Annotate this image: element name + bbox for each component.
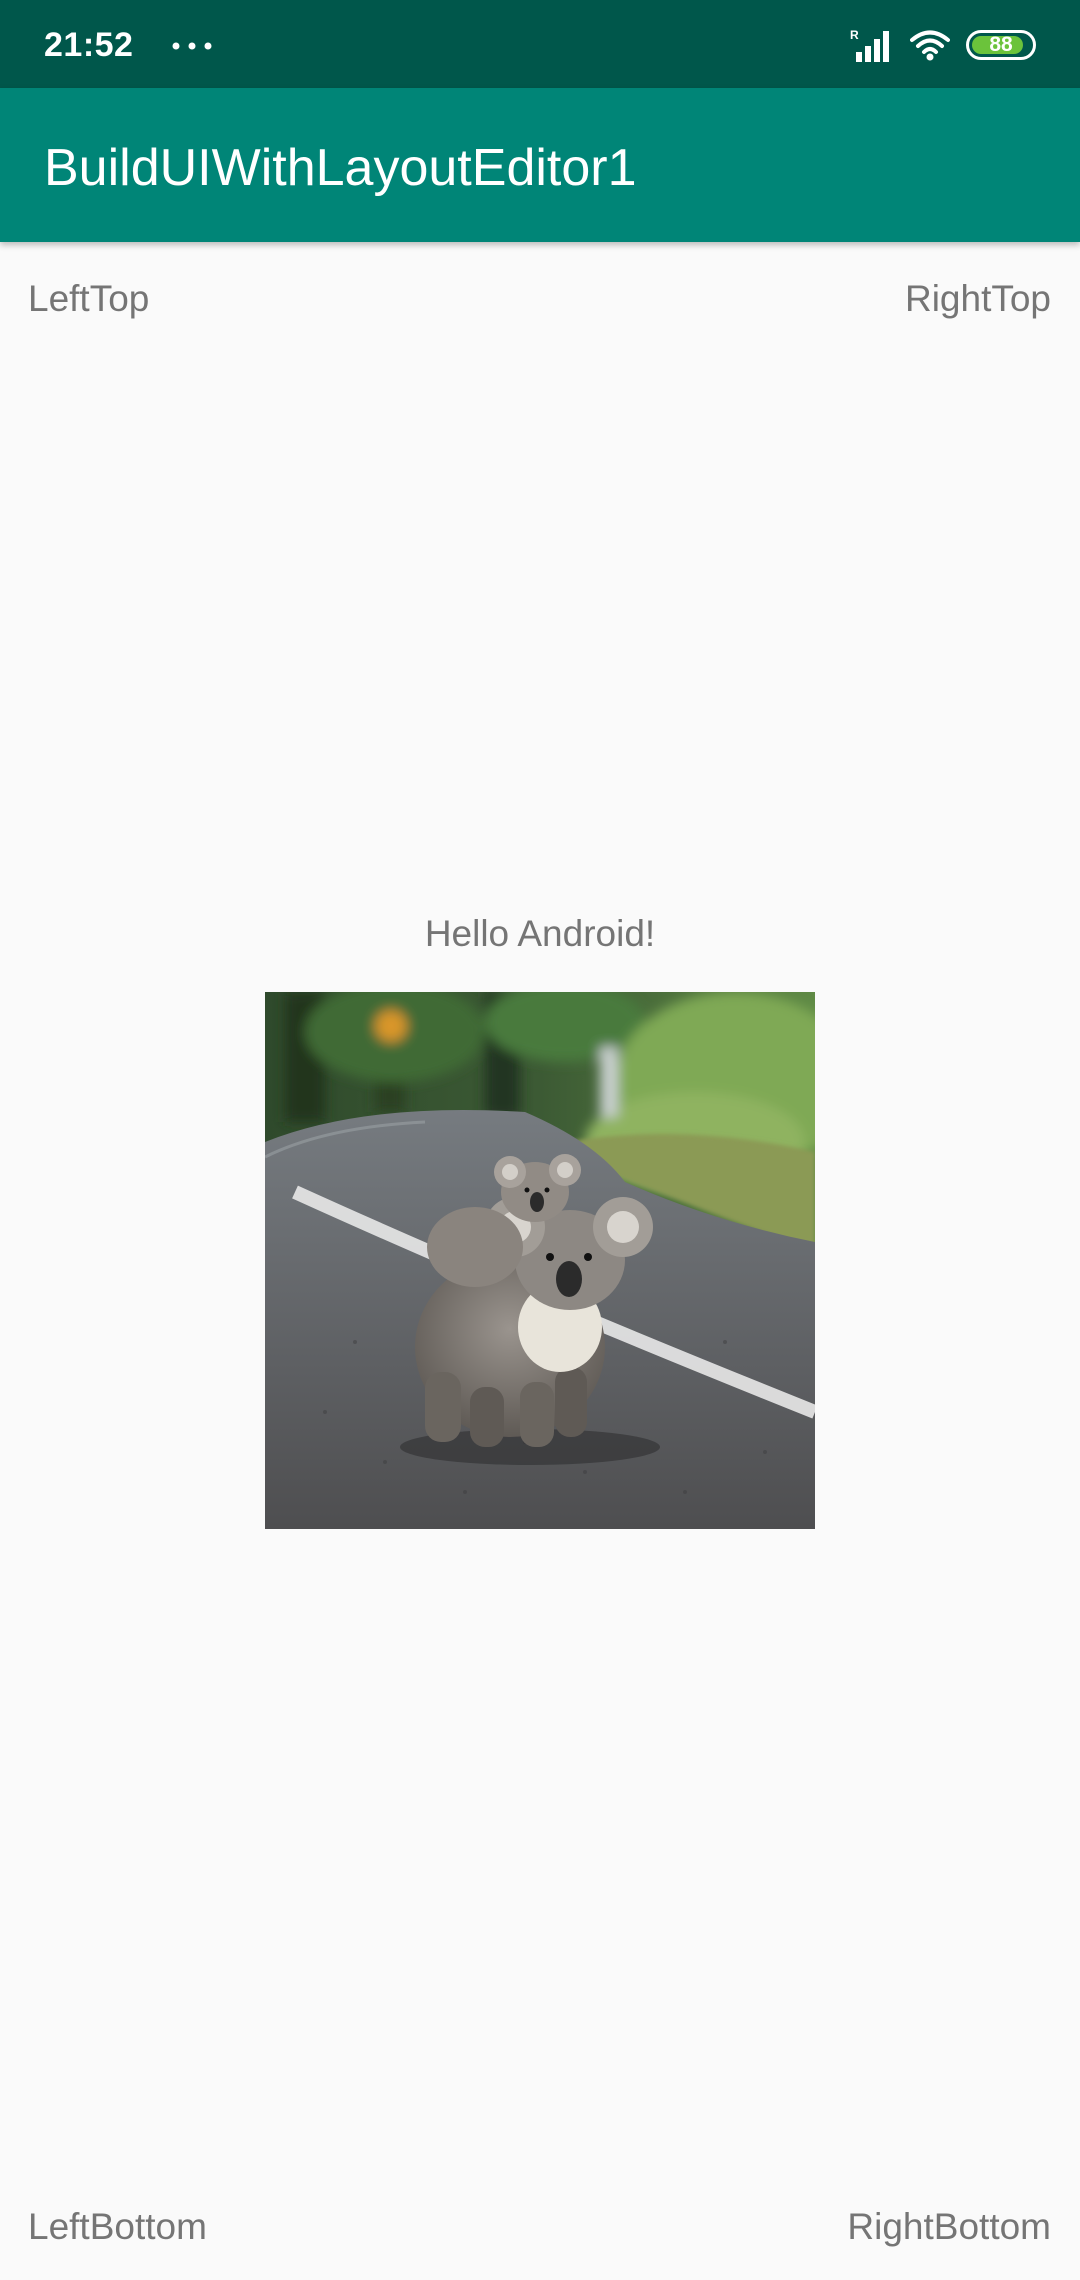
signal-roaming-icon: R (850, 28, 889, 62)
app-bar: BuildUIWithLayoutEditor1 (0, 88, 1080, 242)
status-time: 21:52 (44, 26, 134, 64)
hello-text: Hello Android! (424, 913, 656, 954)
status-bar: 21:52 R 88 (0, 0, 1080, 88)
label-right-bottom: RightBottom (847, 2206, 1051, 2247)
svg-text:R: R (850, 28, 859, 42)
koala-photo (265, 992, 815, 1529)
app-title: BuildUIWithLayoutEditor1 (44, 139, 637, 197)
battery-label: 88 (989, 33, 1013, 56)
battery-icon: 88 (966, 30, 1036, 60)
koala-photo-drawing (265, 992, 815, 1529)
label-left-bottom: LeftBottom (28, 2206, 207, 2247)
label-right-top: RightTop (904, 278, 1051, 319)
status-icons: R 88 (850, 26, 1036, 64)
wifi-icon (910, 30, 950, 61)
label-left-top: LeftTop (28, 278, 150, 319)
more-dots-icon (172, 42, 212, 50)
